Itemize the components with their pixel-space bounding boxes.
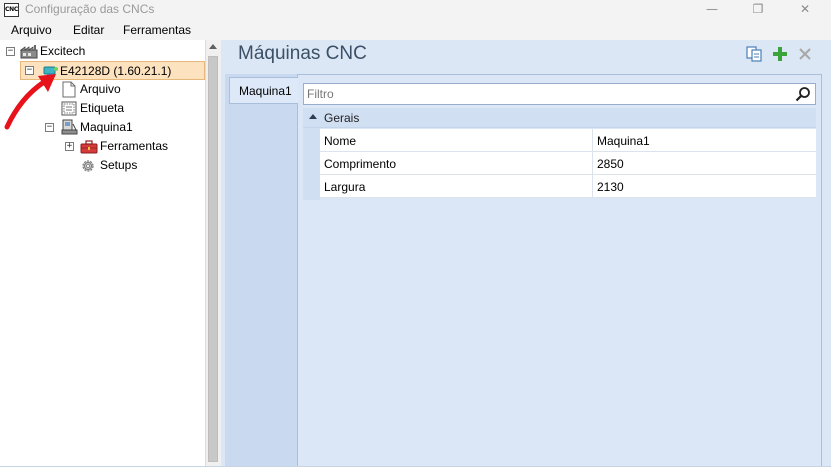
tab-label: Maquina1 [239,84,292,98]
tree-item-etiqueta[interactable]: Etiqueta [60,99,205,118]
tree-item-ferramentas[interactable]: + Ferramentas [60,137,205,156]
menu-bar: Arquivo Editar Ferramentas [0,20,831,40]
maximize-button[interactable]: ❐ [738,0,778,20]
add-icon[interactable] [772,46,788,62]
factory-icon [20,45,38,59]
page-title: Máquinas CNC [238,43,367,64]
tree-scrollbar[interactable] [205,40,221,467]
tree-label: E42128D (1.60.21.1) [60,64,172,78]
menu-arquivo[interactable]: Arquivo [11,23,52,37]
property-row[interactable]: Comprimento 2850 [320,152,816,175]
filter-input[interactable] [307,86,787,102]
delete-icon[interactable] [797,46,813,62]
expand-icon[interactable]: + [65,142,74,151]
menu-ferramentas[interactable]: Ferramentas [123,23,191,37]
copy-icon[interactable] [746,46,762,62]
minimize-button[interactable]: — [692,0,732,20]
tree-label: Ferramentas [100,139,169,153]
property-value[interactable]: Maquina1 [597,134,650,148]
property-name: Comprimento [324,157,397,171]
property-name: Largura [324,180,366,194]
category-label: Gerais [324,111,360,125]
toolbox-icon [80,140,98,154]
filter-box [303,83,816,105]
tree-label: Arquivo [80,82,121,96]
window-title: Configuração das CNCs [25,2,155,16]
category-row[interactable]: Gerais [303,108,816,128]
collapse-arrow-icon[interactable] [309,114,317,119]
gear-icon [82,160,94,172]
property-row[interactable]: Largura 2130 [320,175,816,198]
property-value[interactable]: 2850 [597,157,624,171]
property-name: Nome [324,134,357,148]
property-row[interactable]: Nome Maquina1 [320,129,816,152]
tree-item-excitech[interactable]: − Excitech [0,42,205,61]
menu-editar[interactable]: Editar [73,23,104,37]
property-grid: Gerais Nome Maquina1 Comprimento 2850 La… [303,108,816,462]
tree-label: Excitech [40,44,86,58]
annotation-arrow-icon [4,74,56,130]
app-icon: CNC [4,3,19,17]
column-divider[interactable] [592,129,593,152]
column-divider[interactable] [592,152,593,175]
title-bar: CNC Configuração das CNCs — ❐ ✕ [0,0,831,20]
tree-label: Maquina1 [80,120,133,134]
grid-gutter [303,128,320,200]
column-divider[interactable] [592,175,593,198]
scroll-up-arrow-icon[interactable] [209,44,217,49]
tree-label: Etiqueta [80,101,125,115]
close-button[interactable]: ✕ [785,0,825,20]
tab-strip [225,74,298,467]
search-icon[interactable] [795,86,811,102]
scroll-thumb[interactable] [208,56,218,462]
tree-label: Setups [100,158,138,172]
property-value[interactable]: 2130 [597,180,624,194]
tree-item-setups[interactable]: Setups [80,156,205,175]
collapse-icon[interactable]: − [6,47,15,56]
tree-item-arquivo[interactable]: Arquivo [60,80,205,99]
